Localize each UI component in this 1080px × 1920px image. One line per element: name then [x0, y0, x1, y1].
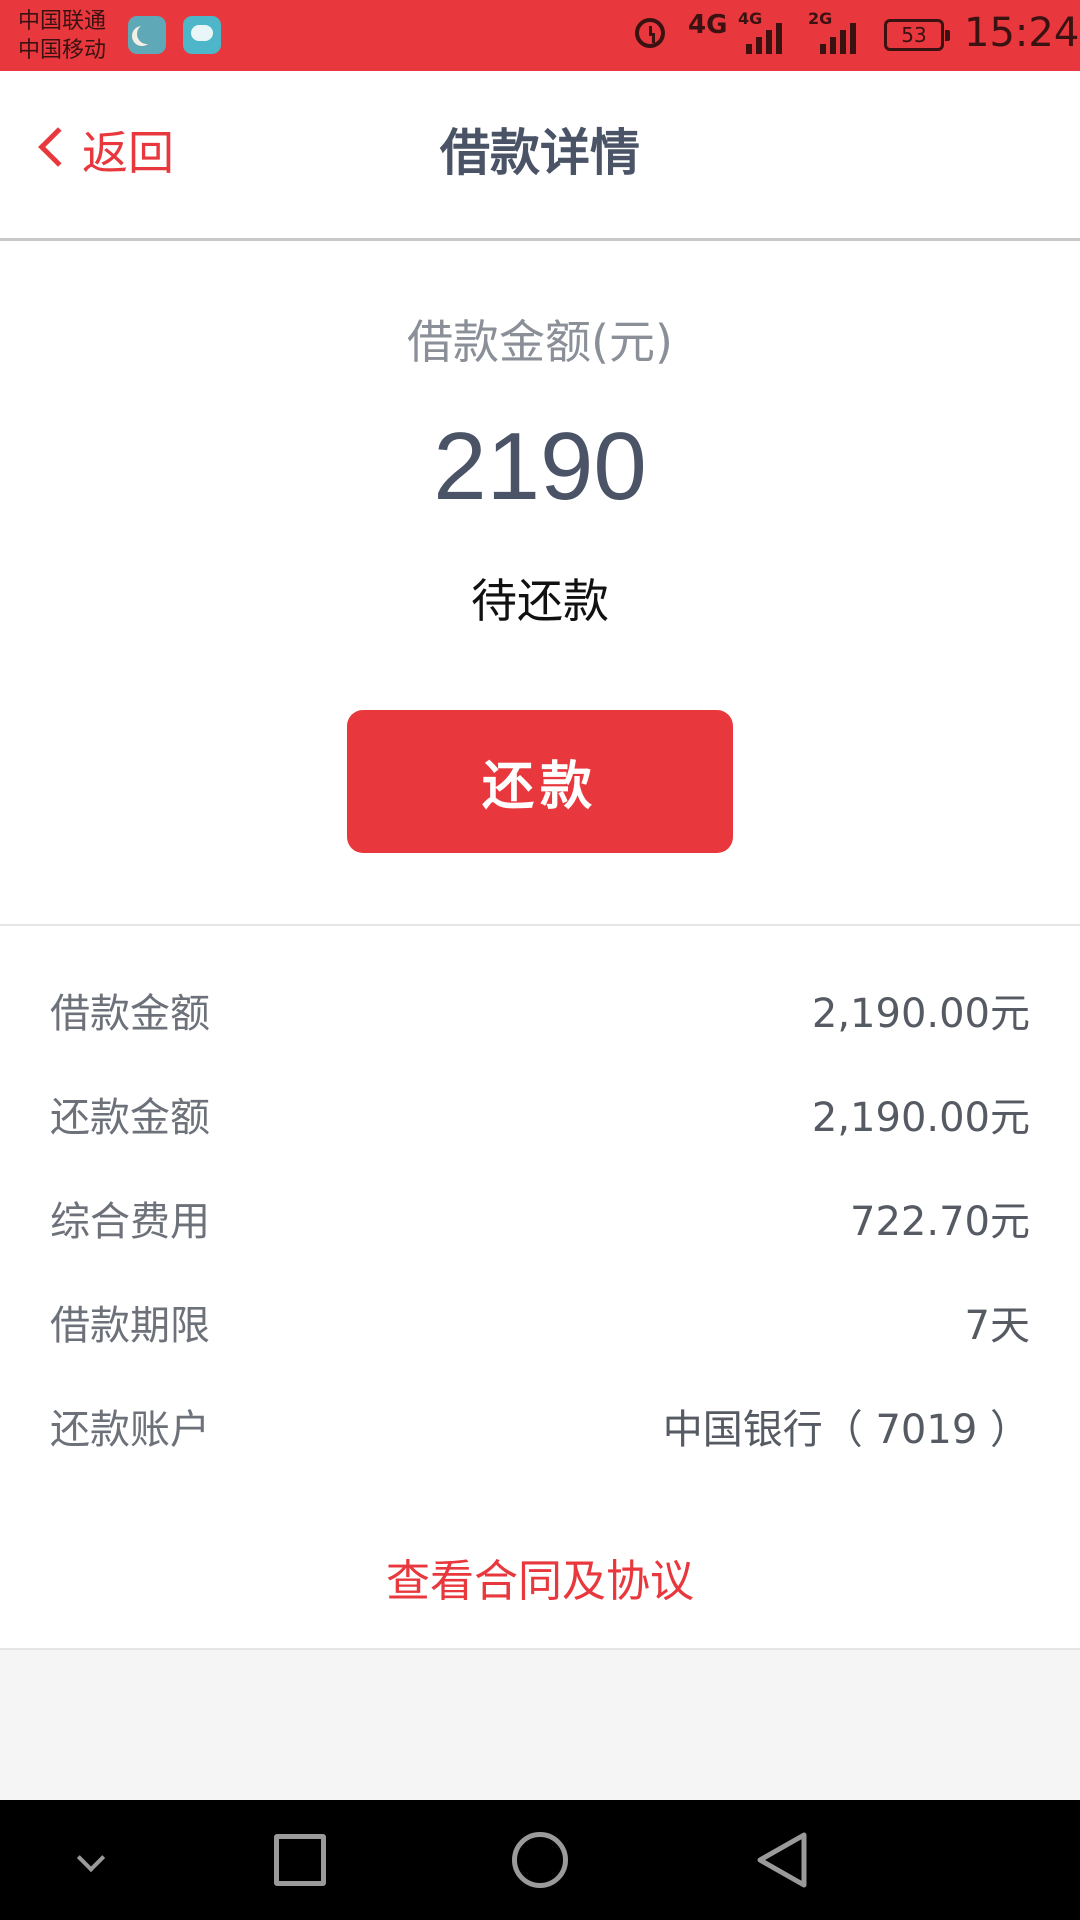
network-type-1: 4G: [688, 10, 728, 40]
carrier-2: 中国移动: [18, 38, 107, 63]
home-icon[interactable]: [470, 1800, 610, 1920]
status-bar: 中国联通 中国移动 4G 4G 2G 53 15:24: [0, 0, 1080, 71]
detail-value: 7天: [964, 1303, 1030, 1349]
detail-label: 借款期限: [50, 1303, 210, 1349]
detail-value: 中国银行（ 7019 ）: [662, 1407, 1030, 1453]
page-title: 借款详情: [440, 124, 640, 182]
moon-icon: [128, 16, 166, 54]
collapse-icon[interactable]: [20, 1800, 160, 1920]
detail-label: 借款金额: [50, 991, 210, 1037]
nav-bar: 返回 借款详情: [0, 71, 1080, 241]
detail-row-term: 借款期限 7天: [0, 1274, 1080, 1378]
loan-status: 待还款: [471, 574, 609, 628]
bottom-spacer: [0, 1650, 1080, 1800]
detail-row-repay-amount: 还款金额 2,190.00元: [0, 1066, 1080, 1170]
detail-value: 2,190.00元: [811, 991, 1030, 1037]
alarm-icon: [635, 18, 665, 48]
detail-row-repay-account: 还款账户 中国银行（ 7019 ）: [0, 1378, 1080, 1482]
back-triangle-icon[interactable]: [710, 1800, 850, 1920]
loan-amount-caption: 借款金额(元): [407, 315, 673, 369]
carrier-1: 中国联通: [18, 9, 107, 34]
detail-row-total-fee: 综合费用 722.70元: [0, 1170, 1080, 1274]
carrier-info: 中国联通 中国移动: [18, 7, 106, 65]
clock: 15:24: [964, 10, 1080, 56]
detail-label: 综合费用: [50, 1199, 210, 1245]
loan-amount-value: 2190: [433, 413, 647, 520]
detail-label: 还款账户: [50, 1407, 210, 1453]
recents-icon[interactable]: [230, 1800, 370, 1920]
message-icon: [183, 16, 221, 54]
battery-icon: 53: [884, 19, 950, 51]
detail-value: 722.70元: [850, 1199, 1030, 1245]
system-nav-bar: [0, 1800, 1080, 1920]
divider: [0, 924, 1080, 926]
detail-row-loan-amount: 借款金额 2,190.00元: [0, 962, 1080, 1066]
detail-label: 还款金额: [50, 1095, 210, 1141]
repay-button[interactable]: 还款: [347, 710, 733, 853]
signal-icon: [816, 22, 860, 54]
view-contract-link[interactable]: 查看合同及协议: [0, 1545, 1080, 1609]
signal-icon: [742, 22, 786, 54]
detail-value: 2,190.00元: [811, 1095, 1030, 1141]
